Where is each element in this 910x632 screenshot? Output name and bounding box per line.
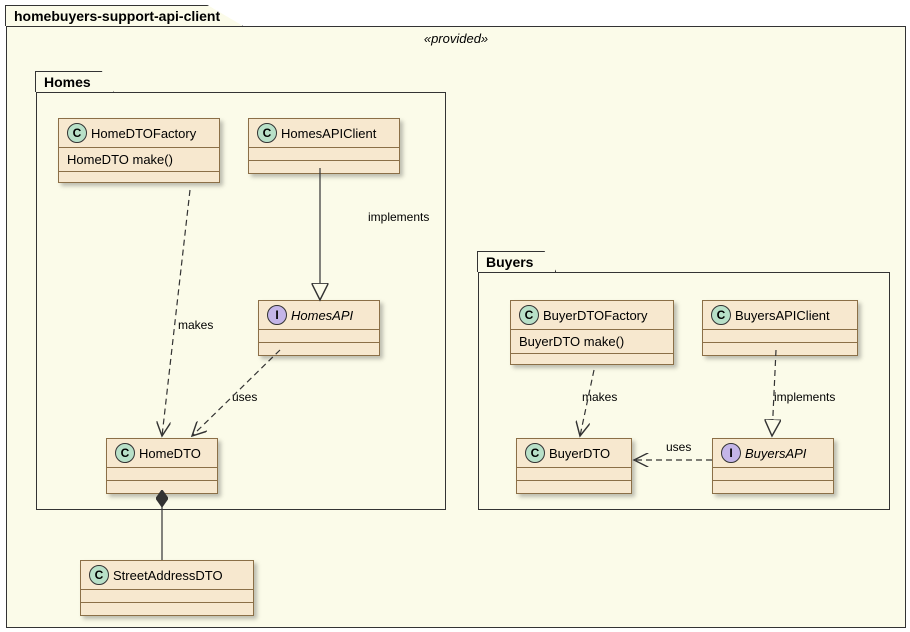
class-icon: C [257,123,277,143]
edge-label-implements: implements [368,210,429,224]
uml-diagram: homebuyers-support-api-client «provided»… [0,0,910,632]
class-name: BuyerDTO [549,446,610,461]
package-homes-title: Homes [44,74,91,90]
class-name: HomesAPIClient [281,126,376,141]
edge-label-makes: makes [582,390,617,404]
class-icon: C [519,305,539,325]
class-icon: C [711,305,731,325]
class-buyer-dto-factory: C BuyerDTOFactory BuyerDTO make() [510,300,674,365]
edge-label-uses: uses [232,390,257,404]
class-name: HomeDTOFactory [91,126,196,141]
package-outer-tab: homebuyers-support-api-client [5,5,243,26]
class-homes-api-client: C HomesAPIClient [248,118,400,174]
package-buyers-tab: Buyers [477,251,556,272]
package-homes-tab: Homes [35,71,114,92]
class-method: BuyerDTO make() [511,330,673,354]
class-icon: C [67,123,87,143]
package-buyers-title: Buyers [486,254,533,270]
class-name: HomeDTO [139,446,201,461]
class-buyer-dto: C BuyerDTO [516,438,632,494]
interface-name: HomesAPI [291,308,353,323]
edge-label-uses: uses [666,440,691,454]
edge-label-makes: makes [178,318,213,332]
interface-name: BuyersAPI [745,446,806,461]
class-icon: C [525,443,545,463]
class-name: BuyerDTOFactory [543,308,648,323]
interface-icon: I [267,305,287,325]
class-method: HomeDTO make() [59,148,219,172]
class-buyers-api-client: C BuyersAPIClient [702,300,858,356]
package-outer-title: homebuyers-support-api-client [14,8,220,24]
class-name: BuyersAPIClient [735,308,830,323]
class-icon: C [115,443,135,463]
edge-label-implements: implements [774,390,835,404]
class-home-dto: C HomeDTO [106,438,218,494]
interface-homes-api: I HomesAPI [258,300,380,356]
interface-icon: I [721,443,741,463]
class-home-dto-factory: C HomeDTOFactory HomeDTO make() [58,118,220,183]
class-street-address-dto: C StreetAddressDTO [80,560,254,616]
class-icon: C [89,565,109,585]
class-name: StreetAddressDTO [113,568,223,583]
package-outer-stereotype: «provided» [424,31,488,46]
interface-buyers-api: I BuyersAPI [712,438,834,494]
